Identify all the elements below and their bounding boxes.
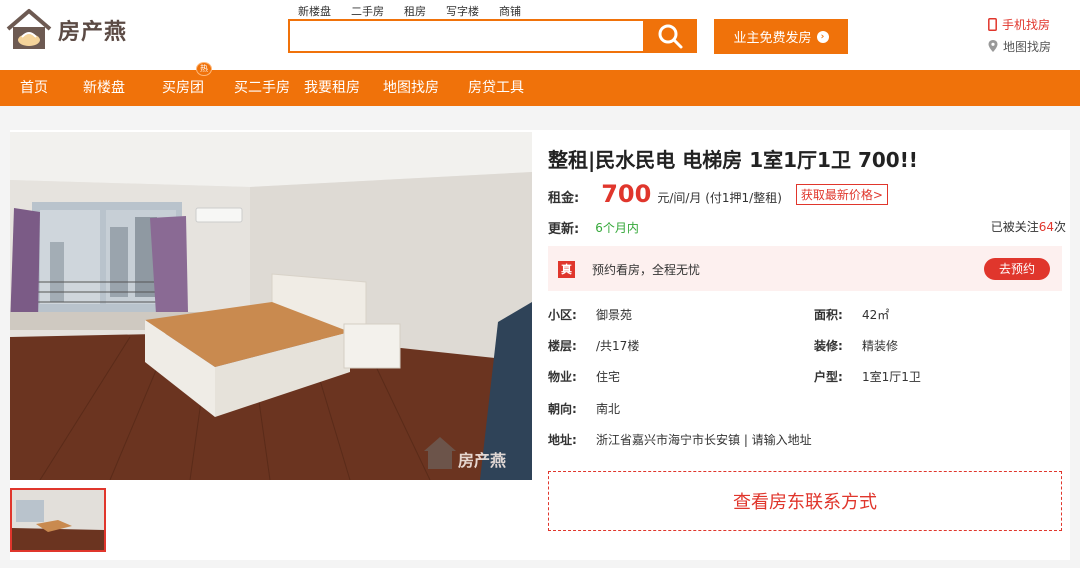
search-input[interactable] — [290, 21, 644, 51]
side-links: 手机找房 地图找房 — [988, 13, 1064, 57]
update-label: 更新: — [548, 222, 580, 237]
detail-property: 物业: 住宅 — [548, 368, 620, 385]
verify-banner: 真 预约看房，全程无忧 去预约 — [548, 246, 1062, 291]
view-landlord-contact-button[interactable]: 查看房东联系方式 — [548, 471, 1062, 531]
detail-address: 地址: 浙江省嘉兴市海宁市长安镇 | 请输入地址 — [548, 431, 812, 448]
detail-floor: 楼层: /共17楼 — [548, 337, 639, 354]
property-label: 物业: — [548, 370, 577, 384]
search-tab-office[interactable]: 写字楼 — [446, 3, 479, 19]
nav-loan-tools[interactable]: 房贷工具 — [468, 70, 524, 106]
detail-orientation: 朝向: 南北 — [548, 400, 620, 417]
phone-icon — [988, 17, 997, 31]
search-tab-second-hand[interactable]: 二手房 — [351, 3, 384, 19]
follow-number: 64 — [1038, 220, 1054, 234]
thumbnail-illustration — [12, 490, 104, 550]
photo-thumbnail[interactable] — [10, 488, 106, 552]
house-logo-icon — [6, 9, 52, 49]
rent-label: 租金: — [548, 191, 580, 206]
area-label: 面积: — [814, 308, 843, 322]
reserve-button[interactable]: 去预约 — [984, 258, 1050, 280]
listing-title: 整租|民水民电 电梯房 1室1厅1卫 700!! — [548, 148, 918, 172]
nav-group-buy[interactable]: 买房团 — [162, 70, 204, 106]
follow-count: 已被关注64次 — [991, 218, 1066, 235]
follow-suffix: 次 — [1053, 220, 1066, 234]
update-value: 6个月内 — [595, 221, 639, 235]
detail-layout: 户型: 1室1厅1卫 — [814, 368, 921, 385]
site-header: 房产燕 新楼盘 二手房 租房 写字楼 商铺 业主免费发房 › 手机找房 地图找房 — [0, 0, 1080, 70]
map-link-label: 地图找房 — [1003, 39, 1052, 54]
search-tabs: 新楼盘 二手房 租房 写字楼 商铺 — [298, 3, 541, 19]
site-logo[interactable]: 房产燕 — [4, 6, 154, 54]
floor-value: /共17楼 — [596, 339, 640, 353]
layout-label: 户型: — [814, 370, 843, 384]
room-photo[interactable]: 房产燕 — [10, 132, 532, 480]
address-value: 浙江省嘉兴市海宁市长安镇 | 请输入地址 — [596, 433, 812, 447]
community-label: 小区: — [548, 308, 577, 322]
rent-row: 租金: 700 元/间/月 (付1押1/整租) 获取最新价格> — [548, 180, 888, 208]
search-box — [288, 19, 644, 53]
community-value: 御景苑 — [596, 308, 633, 322]
publish-listing-button[interactable]: 业主免费发房 › — [714, 19, 848, 54]
floor-label: 楼层: — [548, 339, 577, 353]
chevron-right-icon: › — [816, 30, 829, 43]
brand-name: 房产燕 — [58, 20, 128, 45]
room-illustration: 房产燕 — [10, 132, 532, 480]
rent-unit: 元/间/月 (付1押1/整租) — [657, 191, 782, 205]
property-value: 住宅 — [596, 370, 621, 384]
mobile-link-label: 手机找房 — [1002, 17, 1051, 32]
follow-prefix: 已被关注 — [990, 220, 1039, 234]
detail-community: 小区: 御景苑 — [548, 306, 632, 323]
nav-rent[interactable]: 我要租房 — [304, 70, 360, 106]
search-tab-shop[interactable]: 商铺 — [499, 3, 521, 19]
decoration-label: 装修: — [814, 339, 843, 353]
latest-price-link[interactable]: 获取最新价格> — [795, 184, 888, 205]
nav-new-homes[interactable]: 新楼盘 — [83, 70, 125, 106]
publish-label: 业主免费发房 — [733, 31, 812, 46]
search-tab-rent[interactable]: 租房 — [404, 3, 426, 19]
verify-text: 预约看房，全程无忧 — [592, 263, 701, 277]
search-tab-new[interactable]: 新楼盘 — [298, 3, 331, 19]
verified-icon: 真 — [558, 261, 575, 278]
area-value: 42㎡ — [862, 308, 890, 322]
search-button[interactable] — [643, 19, 697, 53]
detail-area: 面积: 42㎡ — [814, 306, 889, 323]
hot-badge: 热 — [196, 62, 212, 76]
photo-watermark: 房产燕 — [458, 451, 506, 470]
orientation-label: 朝向: — [548, 402, 577, 416]
nav-home[interactable]: 首页 — [20, 70, 48, 106]
main-nav: 首页 新楼盘 买房团 买二手房 我要租房 地图找房 房贷工具 — [0, 70, 1080, 106]
rent-value: 700 — [601, 180, 652, 208]
nav-buy-second-hand[interactable]: 买二手房 — [234, 70, 290, 106]
layout-value: 1室1厅1卫 — [862, 370, 921, 384]
orientation-value: 南北 — [596, 402, 621, 416]
mobile-search-link[interactable]: 手机找房 — [988, 13, 1064, 35]
address-label: 地址: — [548, 433, 577, 447]
decoration-value: 精装修 — [862, 339, 899, 353]
detail-decoration: 装修: 精装修 — [814, 337, 898, 354]
map-search-link[interactable]: 地图找房 — [988, 35, 1064, 57]
search-icon — [658, 24, 683, 49]
update-row: 更新: 6个月内 — [548, 218, 639, 237]
location-pin-icon — [988, 40, 998, 52]
nav-map-search[interactable]: 地图找房 — [383, 70, 439, 106]
